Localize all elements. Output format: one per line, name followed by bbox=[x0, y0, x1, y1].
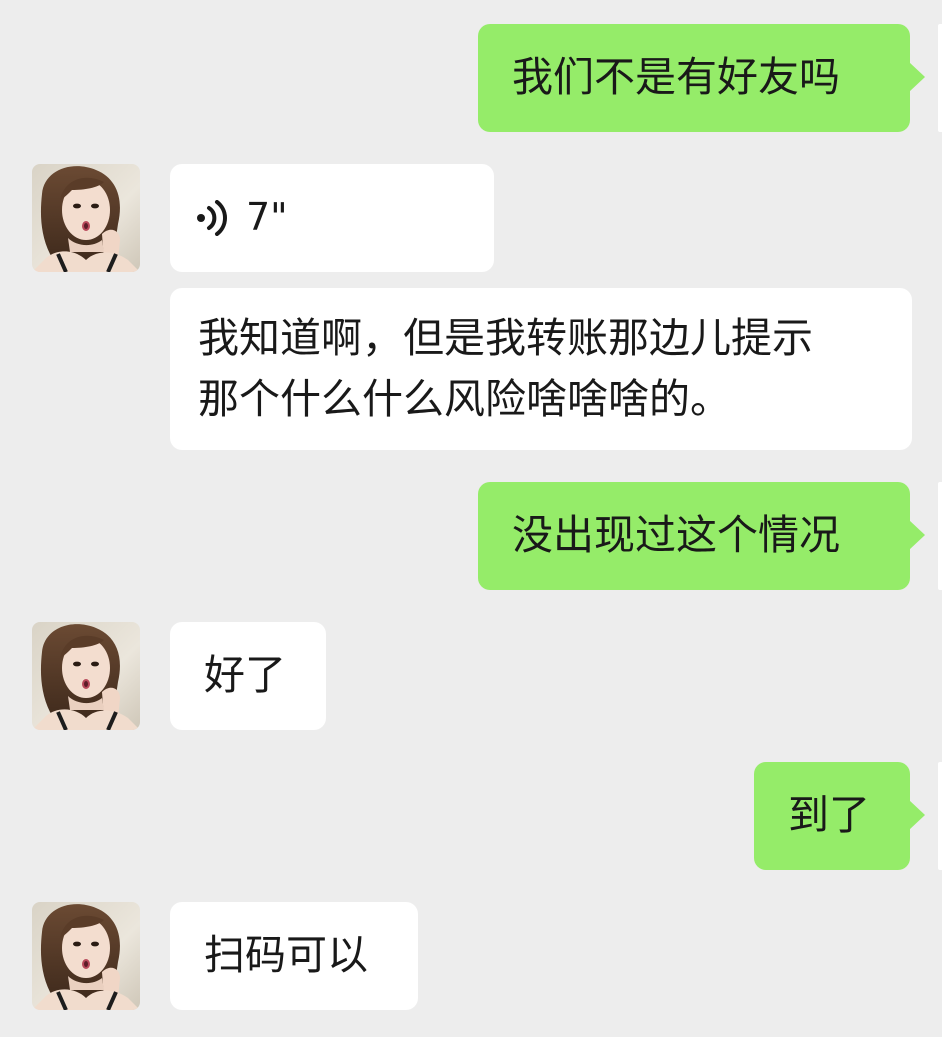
contact-avatar[interactable] bbox=[32, 164, 140, 272]
message-text: 我们不是有好友吗 bbox=[512, 53, 840, 101]
message-text-line: 那个什么什么风险啥啥啥的。 bbox=[198, 375, 731, 423]
message-bubble[interactable]: 没出现过这个情况 bbox=[478, 482, 925, 590]
message-bubble[interactable]: 到了 bbox=[754, 762, 925, 870]
message-bubble[interactable]: 好了 bbox=[170, 622, 326, 730]
voice-duration: 7" bbox=[246, 195, 288, 239]
right-edge-strip bbox=[938, 762, 942, 870]
contact-avatar[interactable] bbox=[32, 622, 140, 730]
message-bubble[interactable]: 我知道啊，但是我转账那边儿提示 那个什么什么风险啥啥啥的。 bbox=[170, 288, 912, 450]
contact-avatar[interactable] bbox=[32, 902, 140, 1010]
message-bubble[interactable]: 扫码可以 bbox=[170, 902, 418, 1010]
voice-message-bubble[interactable]: 7" bbox=[170, 164, 494, 272]
right-edge-strip bbox=[938, 482, 942, 590]
message-text: 没出现过这个情况 bbox=[512, 511, 840, 559]
message-text: 扫码可以 bbox=[204, 931, 368, 979]
right-edge-strip bbox=[938, 24, 942, 132]
voice-wave-icon bbox=[197, 200, 227, 236]
message-text: 好了 bbox=[204, 651, 286, 699]
message-text: 到了 bbox=[788, 791, 870, 839]
message-text-line: 我知道啊，但是我转账那边儿提示 bbox=[198, 314, 813, 362]
message-bubble[interactable]: 我们不是有好友吗 bbox=[478, 24, 925, 132]
